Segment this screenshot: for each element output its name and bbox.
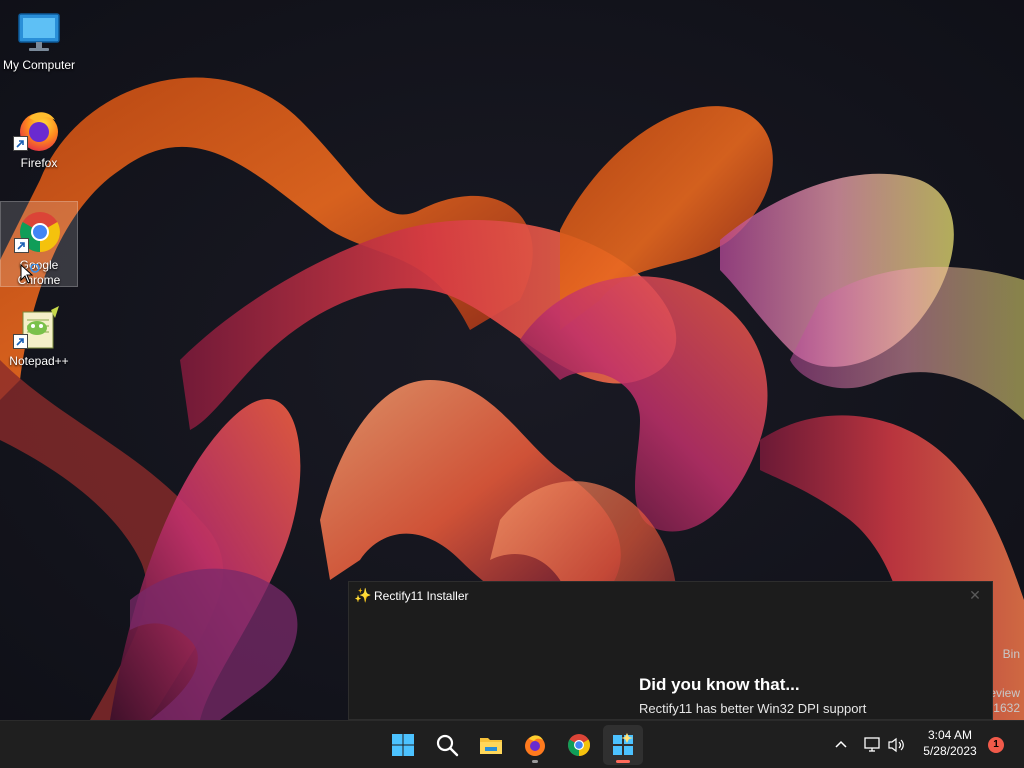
volume-icon [888, 737, 904, 753]
sparkle-icon: ✨ [354, 587, 372, 603]
chrome-icon [568, 734, 590, 756]
tip-headline: Did you know that... [639, 675, 800, 694]
clock-button[interactable]: 3:04 AM 5/28/2023 [914, 727, 986, 759]
firefox-icon [525, 735, 545, 756]
close-button[interactable]: ✕ [966, 586, 984, 604]
desktop-edge-text: eview [989, 686, 1020, 700]
taskbar-firefox-button[interactable] [515, 725, 555, 765]
running-indicator [616, 760, 630, 763]
file-explorer-icon [480, 738, 502, 754]
window-title-bar[interactable]: ✨ Rectify11 Installer ✕ [349, 582, 992, 610]
desktop-icon-notepadpp[interactable]: Notepad++ [0, 298, 78, 384]
clock-time: 3:04 AM [927, 728, 973, 742]
start-icon [392, 734, 414, 756]
quick-settings-button[interactable] [860, 725, 910, 765]
desktop-icon-label: Notepad++ [9, 354, 69, 368]
chevron-up-icon [835, 740, 847, 748]
mouse-cursor-icon [20, 264, 40, 284]
search-icon [436, 734, 459, 757]
desktop-icon-firefox[interactable]: Firefox [0, 100, 78, 186]
notification-badge[interactable]: 1 [988, 737, 1004, 753]
search-button[interactable] [427, 725, 467, 765]
shortcut-arrow-icon [13, 334, 28, 349]
taskbar-rectify11-installer-button[interactable] [603, 725, 643, 765]
desktop-icon-label: Firefox [20, 156, 58, 170]
taskbar: 3:04 AM 5/28/2023 1 [0, 720, 1024, 768]
start-button[interactable] [383, 725, 423, 765]
window-title: Rectify11 Installer [374, 589, 469, 603]
running-indicator [532, 760, 538, 763]
taskbar-chrome-button[interactable] [559, 725, 599, 765]
file-explorer-button[interactable] [471, 725, 511, 765]
rectify11-installer-icon [613, 733, 633, 755]
desktop-edge-text: Bin [1002, 647, 1020, 661]
show-hidden-icons-button[interactable] [830, 725, 852, 765]
installer-window: ✨ Rectify11 Installer ✕ Did you know tha… [348, 581, 993, 720]
monitor-icon [15, 8, 63, 56]
desktop-edge-text: 1632 [993, 701, 1020, 715]
desktop-icon-label: My Computer [2, 58, 76, 72]
shortcut-arrow-icon [13, 136, 28, 151]
network-icon [864, 737, 880, 752]
clock-date: 5/28/2023 [923, 744, 977, 758]
tip-body: Rectify11 has better Win32 DPI support [639, 701, 867, 716]
shortcut-arrow-icon [14, 238, 29, 253]
desktop-icon-my-computer[interactable]: My Computer [0, 2, 78, 88]
